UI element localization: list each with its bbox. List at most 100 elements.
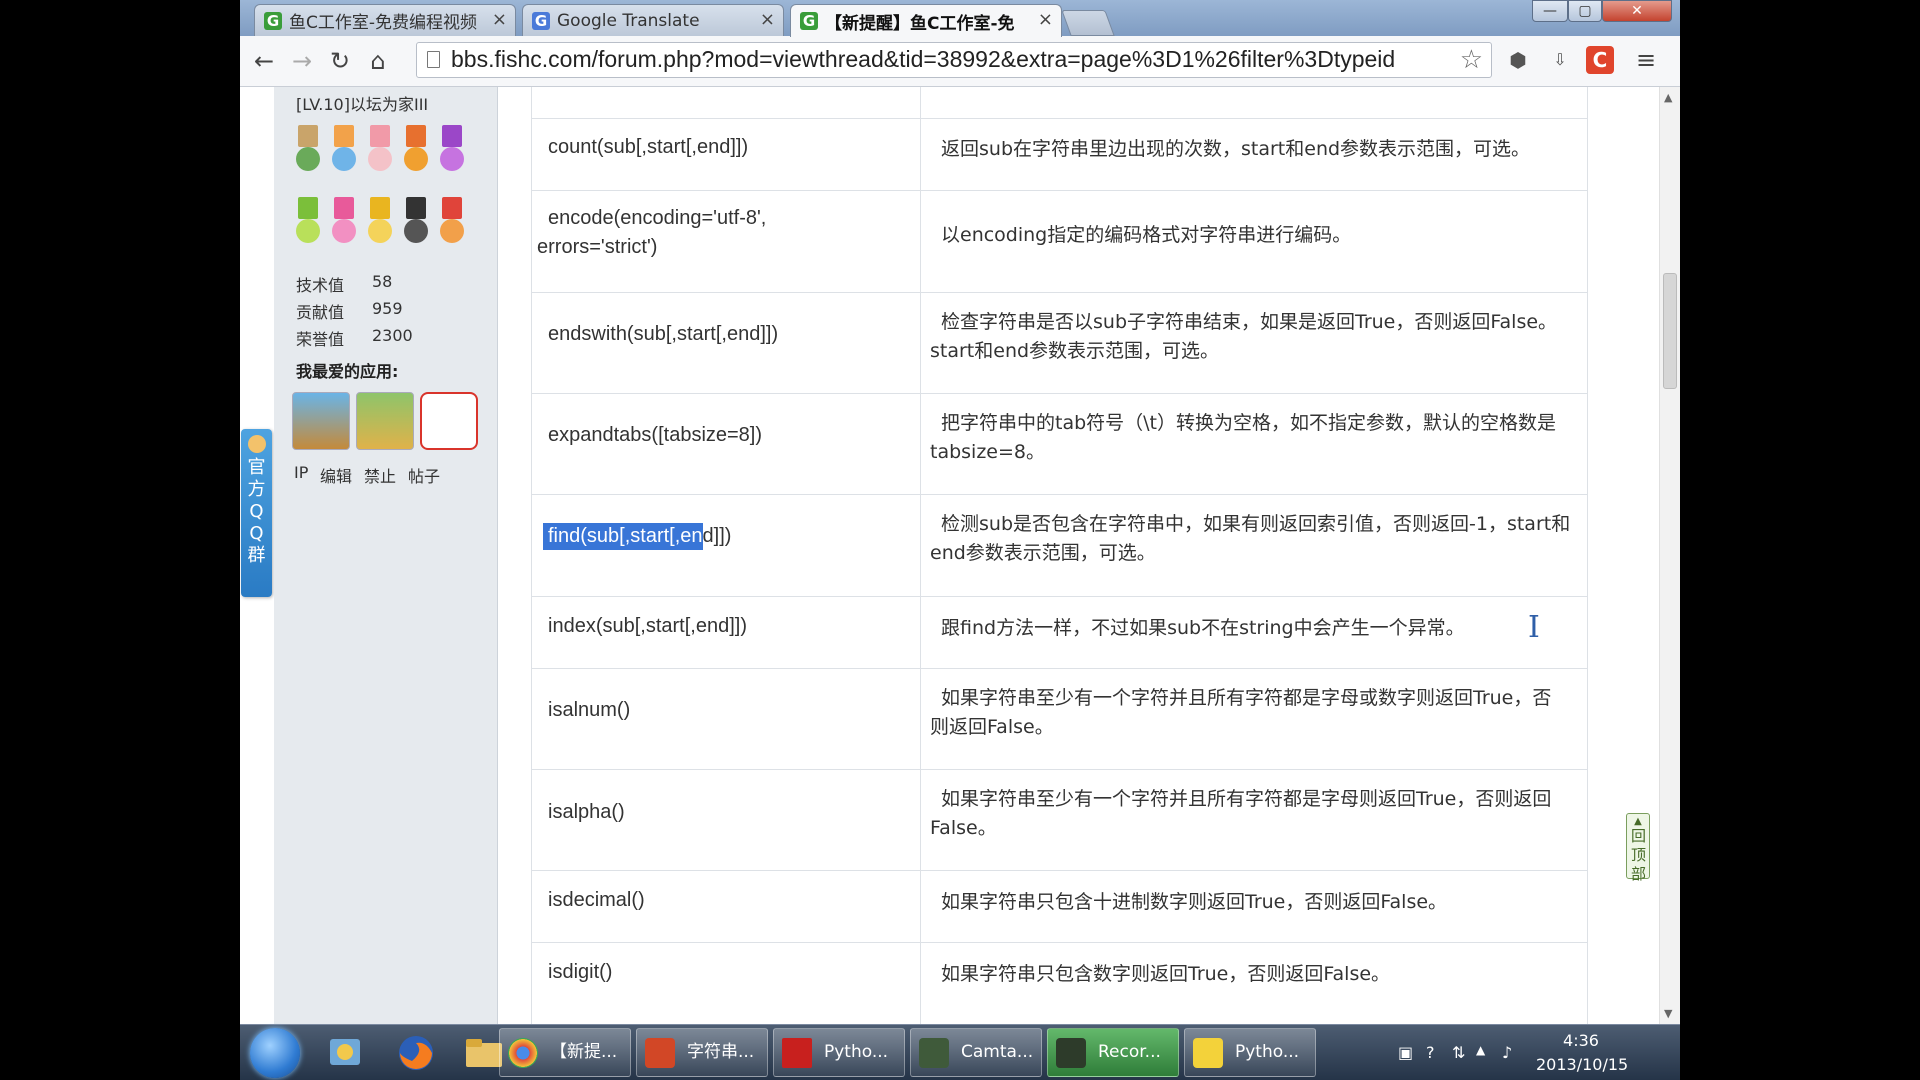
text-cursor-icon: I	[1528, 610, 1540, 645]
bookmark-star-icon[interactable]: ☆	[1460, 45, 1483, 75]
tab-fishc-video[interactable]: G 鱼C工作室-免费编程视频 ×	[254, 4, 516, 36]
close-tab-icon[interactable]: ×	[760, 9, 775, 30]
description-line: 如果字符串至少有一个字符并且所有字符都是字母则返回True，否则返回	[941, 788, 1552, 810]
camtasia-icon	[919, 1038, 949, 1068]
new-tab-button[interactable]	[1061, 10, 1115, 36]
medal-icon[interactable]	[294, 125, 322, 177]
method-name: isalnum()	[548, 699, 631, 721]
favorite-apps-title: 我最爱的应用:	[296, 362, 399, 381]
browser-tab-strip: G 鱼C工作室-免费编程视频 × G Google Translate × G …	[240, 0, 1680, 37]
game-app-icon[interactable]	[292, 392, 350, 450]
extension-shield-icon[interactable]: ⬢	[1504, 46, 1532, 74]
method-name: isalpha()	[548, 801, 625, 823]
five-minutes-app-icon[interactable]	[356, 392, 414, 450]
method-name: endswith(sub[,start[,end]])	[548, 323, 779, 345]
posts-link[interactable]: 帖子	[408, 463, 440, 487]
task-label: Recor...	[1098, 1042, 1161, 1062]
taskbar-powerpoint[interactable]: 字符串...	[636, 1028, 768, 1077]
qq-group-float-button[interactable]: 官方QQ群	[241, 429, 272, 597]
close-window-button[interactable]: ✕	[1602, 0, 1672, 22]
maximize-button[interactable]: ▢	[1568, 0, 1602, 22]
url-text[interactable]: bbs.fishc.com/forum.php?mod=viewthread&t…	[451, 46, 1451, 73]
table-row: isalnum() 如果字符串至少有一个字符并且所有字符都是字母或数字则返回Tr…	[531, 669, 1588, 770]
close-tab-icon[interactable]: ×	[492, 9, 507, 30]
taskbar-python-help[interactable]: Pytho...	[1184, 1028, 1316, 1077]
stat-label-honor: 荣誉值	[296, 330, 345, 349]
back-to-top-button[interactable]: ▲ 回顶部	[1626, 813, 1650, 883]
medal-icon[interactable]	[330, 197, 358, 249]
page-icon	[427, 51, 440, 68]
python-help-icon	[1193, 1038, 1223, 1068]
ime-icon[interactable]: ▣	[1398, 1043, 1413, 1062]
forward-arrow-icon[interactable]: →	[286, 45, 318, 77]
description-line: False。	[930, 817, 997, 839]
stat-label-tech: 技术值	[296, 276, 345, 295]
task-label: Camta...	[961, 1042, 1034, 1062]
clock-time[interactable]: 4:36	[1536, 1031, 1626, 1050]
description-line: 把字符串中的tab符号（\t）转换为空格，如不指定参数，默认的空格数是	[941, 412, 1557, 434]
minimize-button[interactable]: —	[1532, 0, 1568, 22]
tab-google-translate[interactable]: G Google Translate ×	[522, 4, 784, 36]
google-translate-favicon-icon: G	[532, 12, 550, 30]
tab-fishc-active[interactable]: G 【新提醒】鱼C工作室-免 ×	[790, 4, 1062, 37]
medal-icon[interactable]	[330, 125, 358, 177]
method-name: isdecimal()	[548, 889, 645, 911]
tab-label: Google Translate	[557, 10, 700, 31]
address-bar[interactable]: bbs.fishc.com/forum.php?mod=viewthread&t…	[416, 42, 1492, 78]
control-panel-icon[interactable]	[320, 1031, 372, 1075]
help-icon[interactable]: ?	[1426, 1043, 1435, 1062]
table-row: isdecimal() 如果字符串只包含十进制数字则返回True，否则返回Fal…	[531, 871, 1588, 943]
description-line: start和end参数表示范围，可选。	[930, 340, 1220, 362]
taskbar-recorder[interactable]: Recor...	[1047, 1028, 1179, 1077]
method-description: 以encoding指定的编码格式对字符串进行编码。	[941, 224, 1352, 246]
medal-icon[interactable]	[366, 125, 394, 177]
task-label: Pytho...	[1235, 1042, 1300, 1062]
clock-date[interactable]: 2013/10/15	[1536, 1055, 1628, 1074]
scroll-down-icon[interactable]: ▼	[1664, 1007, 1672, 1020]
task-label: 字符串...	[687, 1042, 755, 1062]
stat-value-contribution: 959	[372, 299, 403, 318]
user-level: [LV.10]以坛为家III	[296, 95, 429, 114]
extension-c-icon[interactable]: C	[1586, 46, 1614, 74]
back-arrow-icon[interactable]: ←	[248, 45, 280, 77]
scroll-thumb[interactable]	[1663, 273, 1677, 389]
method-name: count(sub[,start[,end]])	[548, 136, 749, 158]
scroll-up-icon[interactable]: ▲	[1664, 91, 1672, 104]
task-label: Pytho...	[824, 1042, 889, 1062]
taskbar-camtasia[interactable]: Camta...	[910, 1028, 1042, 1077]
medal-icon[interactable]	[402, 125, 430, 177]
medal-icon[interactable]	[402, 197, 430, 249]
ip-link[interactable]: IP	[294, 463, 308, 482]
chrome-icon	[508, 1038, 538, 1068]
medal-icon[interactable]	[438, 197, 466, 249]
taskbar-python-editor[interactable]: Pytho...	[773, 1028, 905, 1077]
start-button[interactable]	[250, 1028, 300, 1078]
reload-icon[interactable]: ↻	[324, 45, 356, 77]
medal-icon[interactable]	[438, 125, 466, 177]
home-icon[interactable]: ⌂	[362, 45, 394, 77]
method-name-rest: d]])	[702, 525, 732, 547]
method-name: expandtabs([tabsize=8])	[548, 424, 763, 446]
close-tab-icon[interactable]: ×	[1038, 9, 1053, 30]
table-row	[531, 87, 1588, 119]
taskbar-chrome[interactable]: 【新提...	[499, 1028, 631, 1077]
edit-link[interactable]: 编辑	[320, 463, 352, 487]
firefox-icon[interactable]	[390, 1031, 442, 1075]
method-name: index(sub[,start[,end]])	[548, 615, 747, 637]
table-row: expandtabs([tabsize=8]) 把字符串中的tab符号（\t）转…	[531, 394, 1588, 495]
photo-app-icon[interactable]	[420, 392, 478, 450]
medal-icon[interactable]	[294, 197, 322, 249]
selected-text[interactable]: find(sub[,start[,en	[543, 523, 703, 550]
medal-icon[interactable]	[366, 197, 394, 249]
extension-download-icon[interactable]: ⇩	[1546, 46, 1574, 74]
volume-icon[interactable]: ♪	[1502, 1043, 1512, 1062]
ban-link[interactable]: 禁止	[364, 463, 396, 487]
method-description: 检测sub是否包含在字符串中，如果有则返回索引值，否则返回-1，start和 e…	[930, 510, 1580, 568]
qq-penguin-icon	[247, 435, 266, 453]
menu-icon[interactable]: ≡	[1632, 46, 1660, 74]
network-icon[interactable]: ⇅	[1452, 1043, 1465, 1062]
method-name[interactable]: find(sub[,start[,end]])	[543, 523, 732, 550]
qq-group-label: 官方QQ群	[247, 457, 266, 566]
show-hidden-icons[interactable]: ▲	[1476, 1043, 1485, 1057]
vertical-scrollbar[interactable]: ▲ ▼	[1659, 87, 1680, 1024]
